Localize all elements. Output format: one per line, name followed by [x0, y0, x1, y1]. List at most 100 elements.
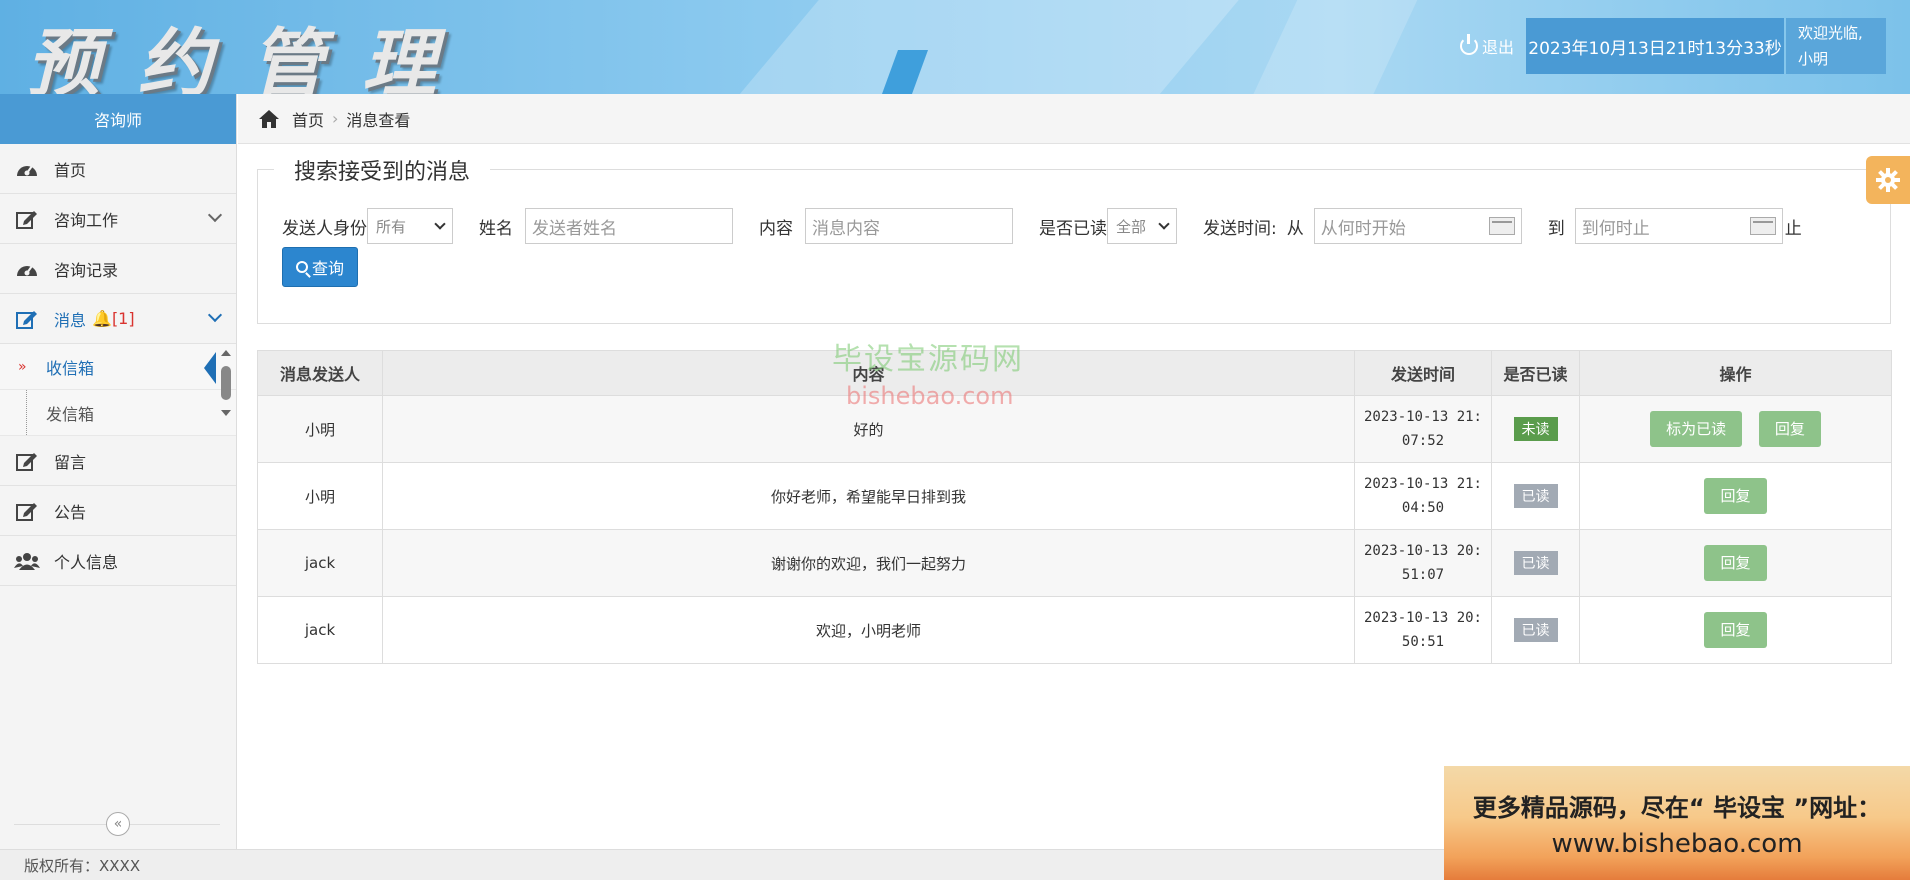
time-rest: 50:51 [1401, 634, 1445, 650]
unread-bell-badge: 🔔[1] [92, 309, 135, 328]
content-cell: 欢迎，小明老师 [382, 596, 1355, 664]
time-rest: 07:52 [1401, 433, 1445, 449]
sidebar-item-home[interactable]: 首页 [0, 144, 236, 194]
table-row: jack 欢迎，小明老师 2023-10-13 20: 50:51 已读 回复 [257, 596, 1892, 664]
status-badge: 已读 [1513, 484, 1558, 508]
edit-icon [14, 209, 40, 229]
content-cell: 你好老师，希望能早日排到我 [382, 462, 1355, 530]
read-status-select[interactable]: 全部 [1107, 208, 1177, 244]
scroll-thumb[interactable] [221, 366, 231, 400]
sidebar-item-label: 个人信息 [54, 552, 119, 572]
edit-icon [14, 501, 40, 521]
sender-name-placeholder: 发送者姓名 [532, 218, 617, 239]
actions-cell: 标为已读 回复 [1579, 395, 1892, 463]
content-cell: 谢谢你的欢迎，我们一起努力 [382, 529, 1355, 597]
sidebar-role-title: 咨询师 [0, 94, 236, 144]
scroll-up-icon[interactable] [221, 350, 231, 356]
collapse-sidebar-button[interactable]: « [106, 812, 130, 836]
sender-name-input[interactable]: 发送者姓名 [525, 208, 733, 244]
sidebar-item-label: 公告 [54, 502, 87, 522]
query-button-label: 查询 [311, 259, 344, 278]
edit-icon [14, 451, 40, 471]
current-datetime: 2023年10月13日21时13分33秒 [1526, 18, 1784, 74]
column-header: 操作 [1579, 350, 1892, 396]
breadcrumb-separator: › [332, 109, 339, 128]
status-badge: 已读 [1513, 618, 1558, 642]
sidebar-item-label: 收信箱 [46, 358, 95, 378]
to-date-input[interactable]: 到何时止 [1574, 208, 1783, 244]
breadcrumb-home-link[interactable]: 首页 [292, 107, 324, 131]
name-label: 姓名 [479, 218, 513, 239]
messages-table: 消息发送人 内容 发送时间 是否已读 操作 小明 好的 2023-10-13 2… [257, 350, 1892, 664]
watermark-text: 毕设宝源码网 [832, 342, 1024, 377]
sidebar-item-label: 咨询工作 [54, 210, 119, 230]
column-header: 发送时间 [1354, 350, 1492, 396]
chevron-down-icon [207, 207, 223, 223]
settings-tab[interactable] [1866, 156, 1910, 204]
logout-link[interactable]: 退出 [1460, 34, 1514, 58]
sender-cell: jack [257, 529, 383, 597]
content-input[interactable]: 消息内容 [805, 208, 1013, 244]
gear-icon [1876, 168, 1900, 192]
time-rest: 04:50 [1401, 500, 1445, 516]
copyright-text: 版权所有：XXXX [24, 856, 141, 875]
from-date-input[interactable]: 从何时开始 [1313, 208, 1522, 244]
column-header: 消息发送人 [257, 350, 383, 396]
sidebar-item-profile[interactable]: 个人信息 [0, 536, 236, 586]
search-panel-title: 搜索接受到的消息 [274, 154, 491, 186]
sidebar-item-label: 消息 [54, 310, 87, 330]
sidebar-item-inbox[interactable]: » 收信箱 [0, 344, 236, 390]
sidebar-item-consult-records[interactable]: 咨询记录 [0, 244, 236, 294]
sidebar-item-label: 首页 [54, 160, 87, 180]
dashboard-icon [14, 259, 40, 279]
table-row: 小明 好的 2023-10-13 21: 07:52 未读 标为已读 回复 [257, 395, 1892, 463]
top-header: 预约管理 退出 2023年10月13日21时13分33秒 欢迎光临, 小明 [0, 0, 1910, 94]
submenu-scrollbar[interactable] [220, 350, 232, 428]
promo-url: www.bishebao.com [1551, 828, 1803, 859]
watermark-url: bishebao.com [846, 382, 1014, 410]
from-label: 从 [1286, 218, 1304, 239]
reply-button[interactable]: 回复 [1704, 478, 1767, 514]
mark-read-button[interactable]: 标为已读 [1650, 411, 1743, 447]
sidebar-item-outbox[interactable]: 发信箱 [0, 390, 236, 436]
status-badge: 未读 [1513, 417, 1558, 441]
time-cell: 2023-10-13 21: 04:50 [1354, 462, 1492, 530]
time-date: 2023-10-13 20: [1363, 543, 1482, 559]
calendar-icon[interactable] [1749, 217, 1776, 235]
actions-cell: 回复 [1579, 529, 1892, 597]
header-decoration [667, 0, 1273, 94]
reply-button[interactable]: 回复 [1704, 612, 1767, 648]
query-button[interactable]: 查询 [282, 247, 358, 287]
breadcrumb: 首页 › 消息查看 [238, 94, 1910, 144]
read-status-value: 全部 [1116, 217, 1147, 236]
status-cell: 已读 [1491, 596, 1580, 664]
search-panel [257, 169, 1891, 324]
sidebar-item-announcements[interactable]: 公告 [0, 486, 236, 536]
sender-cell: jack [257, 596, 383, 664]
scroll-down-icon[interactable] [221, 410, 231, 416]
sender-role-label: 发送人身份 [282, 218, 367, 239]
welcome-text: 欢迎光临, [1798, 24, 1863, 42]
time-date: 2023-10-13 20: [1363, 610, 1482, 626]
users-icon [14, 551, 40, 571]
reply-button[interactable]: 回复 [1704, 545, 1767, 581]
table-header-row: 消息发送人 内容 发送时间 是否已读 操作 [257, 350, 1892, 396]
promo-banner[interactable]: 更多精品源码，尽在“ 毕设宝 ”网址： www.bishebao.com [1444, 766, 1910, 880]
table-row: 小明 你好老师，希望能早日排到我 2023-10-13 21: 04:50 已读… [257, 462, 1892, 530]
promo-text: 更多精品源码，尽在“ 毕设宝 ”网址： [1472, 793, 1882, 822]
sidebar-item-label: 发信箱 [46, 404, 95, 424]
sender-role-select[interactable]: 所有 [367, 208, 453, 244]
content-placeholder: 消息内容 [812, 218, 880, 239]
actions-cell: 回复 [1579, 462, 1892, 530]
reply-button[interactable]: 回复 [1758, 411, 1821, 447]
sidebar-item-consult-work[interactable]: 咨询工作 [0, 194, 236, 244]
send-time-label: 发送时间: [1203, 218, 1277, 239]
time-cell: 2023-10-13 21: 07:52 [1354, 395, 1492, 463]
calendar-icon[interactable] [1488, 217, 1515, 235]
welcome-box: 欢迎光临, 小明 [1786, 18, 1886, 74]
sidebar-item-guestbook[interactable]: 留言 [0, 436, 236, 486]
sidebar: 咨询师 首页 咨询工作 咨询记录 消息 🔔[1] » 收信箱 发信箱 留言 公告… [0, 94, 237, 849]
sidebar-item-messages[interactable]: 消息 🔔[1] [0, 294, 236, 344]
messages-submenu: » 收信箱 发信箱 [0, 344, 236, 436]
actions-cell: 回复 [1579, 596, 1892, 664]
